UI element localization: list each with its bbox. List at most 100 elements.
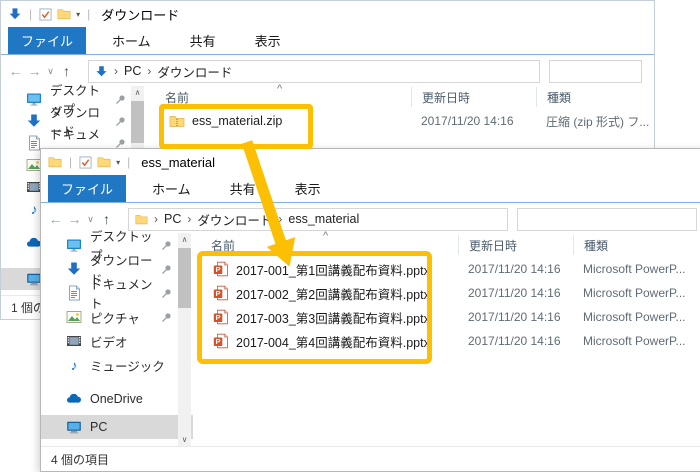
tab-view[interactable]: 表示 bbox=[242, 27, 294, 54]
sidebar-item-videos[interactable]: ビデオ bbox=[41, 329, 193, 353]
customize-checkbox-icon[interactable] bbox=[79, 156, 92, 169]
breadcrumb-downloads[interactable]: ダウンロード bbox=[157, 62, 232, 81]
tab-file[interactable]: ファイル bbox=[48, 175, 126, 202]
breadcrumb-pc[interactable]: PC bbox=[164, 212, 181, 226]
file-type: Microsoft PowerP... bbox=[573, 334, 685, 348]
back-button[interactable]: ← bbox=[46, 211, 65, 227]
tab-home[interactable]: ホーム bbox=[139, 175, 204, 202]
folder-icon bbox=[135, 213, 148, 226]
qat-separator: | bbox=[69, 155, 72, 169]
folder-icon bbox=[48, 155, 62, 169]
column-header-type[interactable]: 種類 bbox=[536, 87, 654, 107]
forward-button[interactable]: → bbox=[65, 211, 84, 227]
pin-icon bbox=[161, 264, 172, 275]
tab-share[interactable]: 共有 bbox=[217, 175, 269, 202]
sidebar-label: ピクチャ bbox=[90, 308, 140, 327]
sidebar-item-documents[interactable]: ドキュメント bbox=[41, 281, 193, 305]
folder-icon[interactable] bbox=[57, 7, 71, 21]
title-bar: | ▾ | ダウンロード bbox=[1, 1, 654, 27]
file-name: 2017-001_第1回講義配布資料.pptx bbox=[236, 260, 430, 279]
file-type: Microsoft PowerP... bbox=[573, 310, 685, 324]
back-button[interactable]: ← bbox=[6, 63, 25, 79]
window-body: デスクトップ ダウンロード ドキュメント ピクチャ bbox=[41, 233, 700, 447]
sidebar-item-pc[interactable]: PC bbox=[41, 415, 193, 439]
recent-locations-button[interactable]: ∨ bbox=[44, 66, 57, 77]
forward-button[interactable]: → bbox=[25, 63, 44, 79]
recent-locations-button[interactable]: ∨ bbox=[84, 214, 97, 225]
pin-icon bbox=[115, 116, 126, 127]
scroll-up-button[interactable]: ∧ bbox=[178, 233, 191, 247]
file-row[interactable]: P 2017-003_第3回講義配布資料.pptx 2017/11/20 14:… bbox=[195, 305, 700, 329]
qat-separator: | bbox=[127, 155, 130, 169]
breadcrumb-ess-material[interactable]: ess_material bbox=[288, 212, 359, 226]
qat-caret-icon[interactable]: ▾ bbox=[116, 158, 120, 167]
scroll-thumb[interactable] bbox=[178, 248, 191, 308]
powerpoint-file-icon: P bbox=[213, 309, 229, 325]
search-box[interactable] bbox=[549, 60, 642, 83]
scroll-up-button[interactable]: ∧ bbox=[131, 86, 144, 100]
sidebar-label: ミュージック bbox=[90, 356, 165, 375]
file-type: 圧縮 (zip 形式) フ... bbox=[536, 113, 649, 130]
sidebar-label: ドキュメント bbox=[90, 274, 153, 312]
file-row[interactable]: P 2017-004_第4回講義配布資料.pptx 2017/11/20 14:… bbox=[195, 329, 700, 353]
zip-file-icon bbox=[169, 113, 185, 129]
desktop-icon bbox=[66, 237, 82, 253]
tab-view[interactable]: 表示 bbox=[282, 175, 334, 202]
desktop: | ▾ | ダウンロード ファイル ホーム 共有 表示 ← → ∨ ↑ › PC… bbox=[0, 0, 700, 472]
sidebar-item-pictures[interactable]: ピクチャ bbox=[41, 305, 193, 329]
address-bar[interactable]: › PC › ダウンロード › ess_material bbox=[128, 208, 508, 231]
downloads-icon bbox=[66, 261, 82, 277]
breadcrumb-downloads[interactable]: ダウンロード bbox=[197, 210, 272, 229]
tab-file[interactable]: ファイル bbox=[8, 27, 86, 54]
file-name: 2017-004_第4回講義配布資料.pptx bbox=[236, 332, 430, 351]
file-date: 2017/11/20 14:16 bbox=[458, 310, 573, 324]
sidebar: デスクトップ ダウンロード ドキュメント ピクチャ bbox=[41, 233, 193, 447]
file-row[interactable]: P 2017-001_第1回講義配布資料.pptx 2017/11/20 14:… bbox=[195, 257, 700, 281]
address-bar[interactable]: › PC › ダウンロード bbox=[88, 60, 540, 83]
sidebar-label: OneDrive bbox=[90, 392, 143, 406]
status-bar: 4 個の項目 bbox=[41, 446, 700, 471]
file-date: 2017/11/20 14:16 bbox=[458, 262, 573, 276]
tab-home[interactable]: ホーム bbox=[99, 27, 164, 54]
pin-icon bbox=[161, 240, 172, 251]
sidebar-label: PC bbox=[90, 420, 107, 434]
file-row[interactable]: ess_material.zip 2017/11/20 14:16 圧縮 (zi… bbox=[149, 108, 654, 134]
search-box[interactable] bbox=[517, 208, 697, 231]
up-button[interactable]: ↑ bbox=[97, 211, 116, 227]
column-header-type[interactable]: 種類 bbox=[573, 235, 700, 255]
qat-separator: | bbox=[87, 7, 90, 21]
scroll-thumb[interactable] bbox=[131, 101, 144, 143]
tab-share[interactable]: 共有 bbox=[177, 27, 229, 54]
sidebar-label: ビデオ bbox=[90, 332, 128, 351]
scroll-down-button[interactable]: ∨ bbox=[178, 433, 191, 447]
column-header-date[interactable]: 更新日時 bbox=[458, 235, 573, 255]
breadcrumb-pc[interactable]: PC bbox=[124, 64, 141, 78]
svg-text:P: P bbox=[215, 265, 220, 274]
onedrive-icon bbox=[66, 391, 82, 407]
column-header-date[interactable]: 更新日時 bbox=[411, 87, 536, 107]
file-row[interactable]: P 2017-002_第2回講義配布資料.pptx 2017/11/20 14:… bbox=[195, 281, 700, 305]
sort-indicator[interactable]: ^ bbox=[277, 83, 282, 95]
qat-caret-icon[interactable]: ▾ bbox=[76, 10, 80, 19]
folder-icon[interactable] bbox=[97, 155, 111, 169]
sort-indicator[interactable]: ^ bbox=[323, 230, 328, 242]
file-date: 2017/11/20 14:16 bbox=[411, 114, 536, 128]
sidebar-item-onedrive[interactable]: OneDrive bbox=[41, 387, 193, 411]
pin-icon bbox=[115, 138, 126, 149]
pin-icon bbox=[161, 312, 172, 323]
downloads-icon bbox=[26, 113, 42, 129]
downloads-icon bbox=[95, 65, 108, 78]
music-icon: ♪ bbox=[66, 357, 82, 373]
up-button[interactable]: ↑ bbox=[57, 63, 76, 79]
downloads-icon bbox=[8, 7, 22, 21]
sidebar-scrollbar[interactable]: ∧ ∨ bbox=[178, 233, 191, 447]
title-bar: | ▾ | ess_material bbox=[41, 149, 700, 175]
desktop-icon bbox=[26, 91, 42, 107]
pin-icon bbox=[161, 288, 172, 299]
qat-separator: | bbox=[29, 7, 32, 21]
pin-icon bbox=[115, 94, 126, 105]
videos-icon bbox=[66, 333, 82, 349]
customize-checkbox-icon[interactable] bbox=[39, 8, 52, 21]
sidebar-item-music[interactable]: ♪ ミュージック bbox=[41, 353, 193, 377]
file-list: ^ 名前 更新日時 種類 P 2017-001_第1回講義配布資料.pptx 2… bbox=[195, 233, 700, 447]
